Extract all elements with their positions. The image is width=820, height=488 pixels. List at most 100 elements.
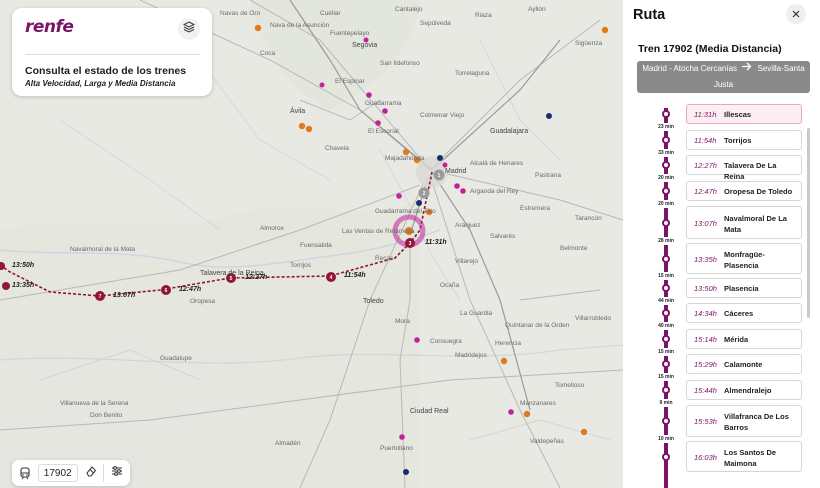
layers-button[interactable] bbox=[178, 18, 200, 40]
map-label: Ciudad Real bbox=[410, 408, 449, 415]
stop-item[interactable]: 11:54h Torrijos bbox=[686, 130, 802, 150]
map-label: Cuéllar bbox=[320, 10, 341, 17]
stop-item[interactable]: 12:27h Talavera De La Reina bbox=[686, 155, 802, 181]
brand-card: renfe Consulta el estado de los trenes A… bbox=[12, 8, 212, 96]
stop-name: Mérida bbox=[724, 335, 749, 344]
segment-duration: 15 min bbox=[655, 272, 677, 280]
stop-dot bbox=[662, 187, 670, 195]
map-label: Navas de Oro bbox=[220, 10, 261, 17]
stop-dot bbox=[662, 452, 670, 461]
stop-item[interactable]: 13:07h Navalmoral De La Mata bbox=[686, 206, 802, 239]
stop-dot bbox=[662, 136, 670, 144]
stop-item[interactable]: 15:29h Calamonte bbox=[686, 354, 802, 374]
train-time-label: 11:31h bbox=[425, 239, 447, 246]
map-label: Torrelaguna bbox=[455, 70, 490, 77]
arrow-right-icon bbox=[742, 61, 752, 77]
map-label: Cantalejo bbox=[395, 6, 423, 13]
segment-duration: 20 min bbox=[655, 174, 677, 182]
scrollbar[interactable] bbox=[807, 128, 810, 318]
stop-name: Navalmoral De La Mata bbox=[724, 213, 787, 234]
train-time-label: 13:35h bbox=[12, 282, 35, 289]
stop-name: Cáceres bbox=[724, 309, 754, 318]
map-label: Puertollano bbox=[380, 445, 413, 452]
filter-button[interactable] bbox=[108, 464, 126, 482]
map-label: Pastrana bbox=[535, 172, 562, 179]
map-label: Villanueva de la Serena bbox=[60, 400, 129, 407]
map-label: Coca bbox=[260, 50, 276, 57]
stop-time: 14:34h bbox=[694, 309, 717, 318]
stop-item[interactable]: 11:31h Illescas bbox=[686, 104, 802, 124]
search-bar bbox=[12, 460, 130, 486]
panel-title: Ruta bbox=[633, 7, 666, 23]
segment-duration: 15 min bbox=[655, 373, 677, 381]
map-label: Toledo bbox=[363, 298, 384, 305]
stop-name: Los Santos De Maimona bbox=[724, 447, 777, 468]
segment-duration: 9 min bbox=[655, 398, 677, 407]
stop-item[interactable]: 15:44h Almendralejo bbox=[686, 380, 802, 400]
stop-item[interactable]: 15:14h Mérida bbox=[686, 329, 802, 349]
stop-dot bbox=[662, 110, 670, 118]
close-button[interactable] bbox=[786, 4, 806, 24]
route-stop-number: 3 bbox=[409, 241, 412, 247]
stop-dot bbox=[662, 254, 670, 263]
segment-duration: 23 min bbox=[655, 123, 677, 131]
map-label: Almorox bbox=[260, 225, 284, 232]
stop-time: 12:47h bbox=[694, 187, 717, 196]
map-label: Herencia bbox=[495, 340, 522, 347]
map-label: Tomelloso bbox=[555, 382, 585, 389]
stop-time: 13:07h bbox=[694, 218, 717, 228]
map-label: Sigüenza bbox=[575, 40, 603, 47]
segment-duration: 40 min bbox=[655, 322, 677, 330]
page-subtitle: Alta Velocidad, Larga y Media Distancia bbox=[25, 79, 176, 88]
map-label: Fuensalida bbox=[300, 242, 332, 249]
divider bbox=[25, 54, 200, 55]
stop-time: 15:53h bbox=[694, 417, 717, 426]
map-label: Ayllón bbox=[528, 6, 546, 13]
map-label: Navalmoral de la Mata bbox=[70, 246, 136, 253]
map-label: Guadalajara bbox=[490, 128, 529, 135]
stop-time: 15:14h bbox=[694, 335, 717, 344]
stop-time: 15:29h bbox=[694, 360, 717, 369]
map-label: Aranjuez bbox=[455, 222, 481, 229]
segment-duration: 10 min bbox=[655, 435, 677, 443]
eraser-button[interactable] bbox=[82, 464, 100, 482]
stop-dot bbox=[662, 386, 670, 394]
stop-item[interactable]: 16:03h Los Santos De Maimona bbox=[686, 441, 802, 472]
route-stop-number: 4 bbox=[330, 275, 333, 281]
map-label: Madridejos bbox=[455, 352, 487, 359]
route-stop-number: 2 bbox=[423, 191, 426, 197]
map-label: Villarejo bbox=[455, 258, 479, 265]
stop-time: 13:35h bbox=[694, 254, 717, 264]
route-origin: Madrid - Atocha Cercanías bbox=[642, 64, 738, 74]
route-stop-marker bbox=[2, 282, 10, 290]
route-panel: Ruta Tren 17902 (Media Distancia) Madrid… bbox=[623, 0, 820, 488]
map-label: Consuegra bbox=[430, 338, 462, 345]
map-label: Torrijos bbox=[290, 262, 311, 269]
segment-duration: 28 min bbox=[655, 237, 677, 245]
stop-item[interactable]: 12:47h Oropesa De Toledo bbox=[686, 181, 802, 201]
segment-duration: 15 min bbox=[655, 347, 677, 356]
map-label: Majadahonda bbox=[385, 155, 425, 162]
stop-dot bbox=[662, 284, 670, 292]
map-label: Madrid bbox=[445, 168, 467, 175]
stop-time: 11:31h bbox=[694, 110, 717, 119]
map-label: Ocaña bbox=[440, 282, 460, 289]
map-label: Fuentepelayo bbox=[330, 30, 370, 37]
map-label: El Escorial bbox=[368, 128, 399, 135]
stop-item[interactable]: 13:50h Plasencia bbox=[686, 278, 802, 298]
stop-item[interactable]: 14:34h Cáceres bbox=[686, 303, 802, 323]
close-icon bbox=[792, 5, 800, 23]
segment-duration: 33 min bbox=[655, 148, 677, 157]
stop-item[interactable]: 13:35h Monfragüe-Plasencia bbox=[686, 243, 802, 274]
stop-name: Oropesa De Toledo bbox=[724, 187, 793, 196]
stop-item[interactable]: 15:53h Villafranca De Los Barros bbox=[686, 405, 802, 437]
train-number-input[interactable] bbox=[37, 464, 78, 482]
map-label: Almadén bbox=[275, 440, 301, 447]
map-label: Salvarés bbox=[490, 233, 516, 240]
map-label: Don Benito bbox=[90, 412, 123, 419]
map-label: Guadarrama bbox=[365, 100, 402, 107]
map-label: Estremera bbox=[520, 205, 550, 212]
stop-name: Talavera De La Reina bbox=[724, 161, 777, 181]
route-summary: Madrid - Atocha Cercanías Sevilla-Santa … bbox=[637, 61, 810, 93]
divider bbox=[103, 464, 105, 482]
